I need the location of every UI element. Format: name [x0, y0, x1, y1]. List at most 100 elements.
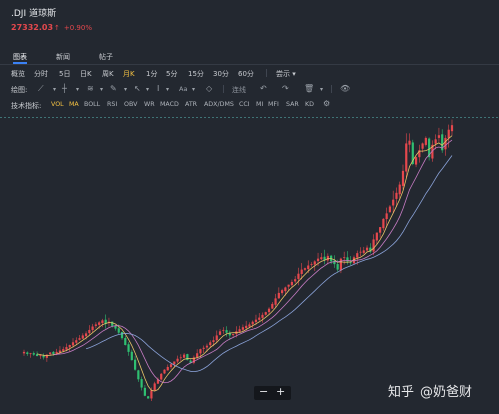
draw-label: 绘图: [11, 86, 28, 94]
candle [163, 369, 166, 374]
ma10-line [53, 139, 453, 384]
candle [222, 329, 225, 331]
indicator-mfi[interactable]: MFI [268, 101, 279, 108]
indicator-vol[interactable]: VOL [51, 101, 64, 108]
ma5-line [37, 135, 453, 392]
candle [392, 199, 395, 206]
indicator-mi[interactable]: MI [256, 101, 263, 108]
candle [421, 143, 424, 149]
candle [372, 239, 375, 252]
candle [248, 324, 251, 327]
line-tool-chevron-icon[interactable]: ▾ [53, 86, 56, 93]
ray-tool-chevron-icon[interactable]: ▾ [76, 86, 79, 93]
font-tool-icon[interactable]: Aa [179, 85, 187, 93]
channel-tool-icon[interactable]: ≋ [87, 84, 94, 93]
candle [32, 353, 35, 355]
candle [22, 351, 26, 354]
pen-tool-chevron-icon[interactable]: ▾ [124, 86, 127, 93]
candle [225, 330, 228, 333]
indicator-rsi[interactable]: RSI [107, 101, 117, 108]
undo-icon[interactable]: ↶ [260, 84, 267, 93]
settings-gear-icon[interactable]: ⚙ [323, 99, 330, 108]
more-dropdown[interactable]: 尝示 ▾ [276, 69, 296, 79]
period-5d[interactable]: 5日 [59, 69, 70, 79]
indicator-ma[interactable]: MA [69, 101, 79, 108]
zoom-in-button[interactable]: + [276, 385, 285, 398]
divider [266, 69, 267, 77]
tab-news[interactable]: 新闻 [56, 52, 70, 62]
line-tool-icon[interactable]: ⟋ [38, 84, 44, 94]
period-15min[interactable]: 15分 [188, 69, 204, 79]
candle [35, 354, 39, 356]
candle [294, 279, 297, 282]
zoom-out-button[interactable]: − [259, 385, 268, 398]
candle [313, 261, 316, 265]
candle [424, 137, 427, 145]
indicator-cci[interactable]: CCI [239, 101, 250, 108]
trash-icon[interactable]: 🗑 [304, 84, 314, 93]
tab-posts[interactable]: 帖子 [99, 52, 113, 62]
candle [212, 340, 215, 342]
overview-label[interactable]: 概览 [11, 69, 25, 79]
watermark-site: 知乎 [388, 385, 415, 400]
period-1min[interactable]: 1分 [146, 69, 157, 79]
tab-chart[interactable]: 图表 [13, 52, 27, 62]
candle [137, 370, 140, 380]
link-line-button[interactable]: 连线 [232, 85, 246, 95]
candle [94, 324, 97, 326]
moving-average-lines [37, 135, 453, 392]
candle [114, 326, 117, 329]
pen-tool-icon[interactable]: ✎ [110, 84, 117, 93]
divider [331, 85, 332, 93]
period-weekly[interactable]: 周K [102, 69, 114, 79]
candle [333, 260, 336, 265]
candle [401, 170, 405, 186]
candle [395, 192, 398, 199]
text-cursor-chevron-icon[interactable]: ▾ [166, 86, 169, 93]
arrow-tool-chevron-icon[interactable]: ▾ [146, 86, 149, 93]
indicator-sar[interactable]: SAR [286, 101, 299, 108]
candle [29, 353, 32, 355]
candle [81, 335, 84, 339]
candle [147, 396, 150, 399]
price-change: +0.90% [63, 24, 92, 32]
candle [153, 383, 156, 391]
candle [382, 218, 385, 229]
channel-tool-chevron-icon[interactable]: ▾ [100, 86, 103, 93]
header: .DJI 道琼斯 [11, 6, 56, 19]
period-daily[interactable]: 日K [80, 69, 92, 79]
indicator-adx-dms[interactable]: ADX/DMS [204, 101, 234, 108]
indicator-obv[interactable]: OBV [124, 101, 137, 108]
candle [49, 352, 52, 354]
eraser-icon[interactable]: ◇ [206, 84, 212, 93]
text-cursor-icon[interactable]: I [157, 84, 159, 93]
indicator-label: 技术指标: [11, 102, 42, 110]
watermark: 知乎 @奶爸财 [388, 381, 472, 400]
period-5min[interactable]: 5分 [166, 69, 177, 79]
period-intraday[interactable]: 分时 [34, 69, 48, 79]
candle [245, 325, 248, 329]
redo-icon[interactable]: ↷ [282, 84, 289, 93]
font-tool-chevron-icon[interactable]: ▾ [192, 86, 195, 93]
eye-icon[interactable]: 👁 [340, 84, 350, 93]
arrow-tool-icon[interactable]: ↖ [134, 84, 141, 93]
indicator-atr[interactable]: ATR [185, 101, 197, 108]
indicator-macd[interactable]: MACD [160, 101, 179, 108]
candle [326, 255, 329, 261]
trash-chevron-icon[interactable]: ▾ [320, 86, 323, 93]
period-60min[interactable]: 60分 [238, 69, 254, 79]
candle [434, 139, 437, 144]
indicator-kd[interactable]: KD [305, 101, 314, 108]
candle [405, 143, 408, 172]
period-monthly[interactable]: 月K [123, 69, 135, 79]
candle [160, 373, 163, 380]
candle [182, 354, 186, 358]
indicator-boll[interactable]: BOLL [84, 101, 100, 108]
candle [336, 264, 339, 270]
candle [111, 321, 114, 326]
kline-chart[interactable] [0, 112, 499, 414]
period-30min[interactable]: 30分 [213, 69, 229, 79]
ray-tool-icon[interactable]: ┼ [62, 84, 67, 93]
indicator-wr[interactable]: WR [144, 101, 155, 108]
candle [359, 251, 362, 253]
